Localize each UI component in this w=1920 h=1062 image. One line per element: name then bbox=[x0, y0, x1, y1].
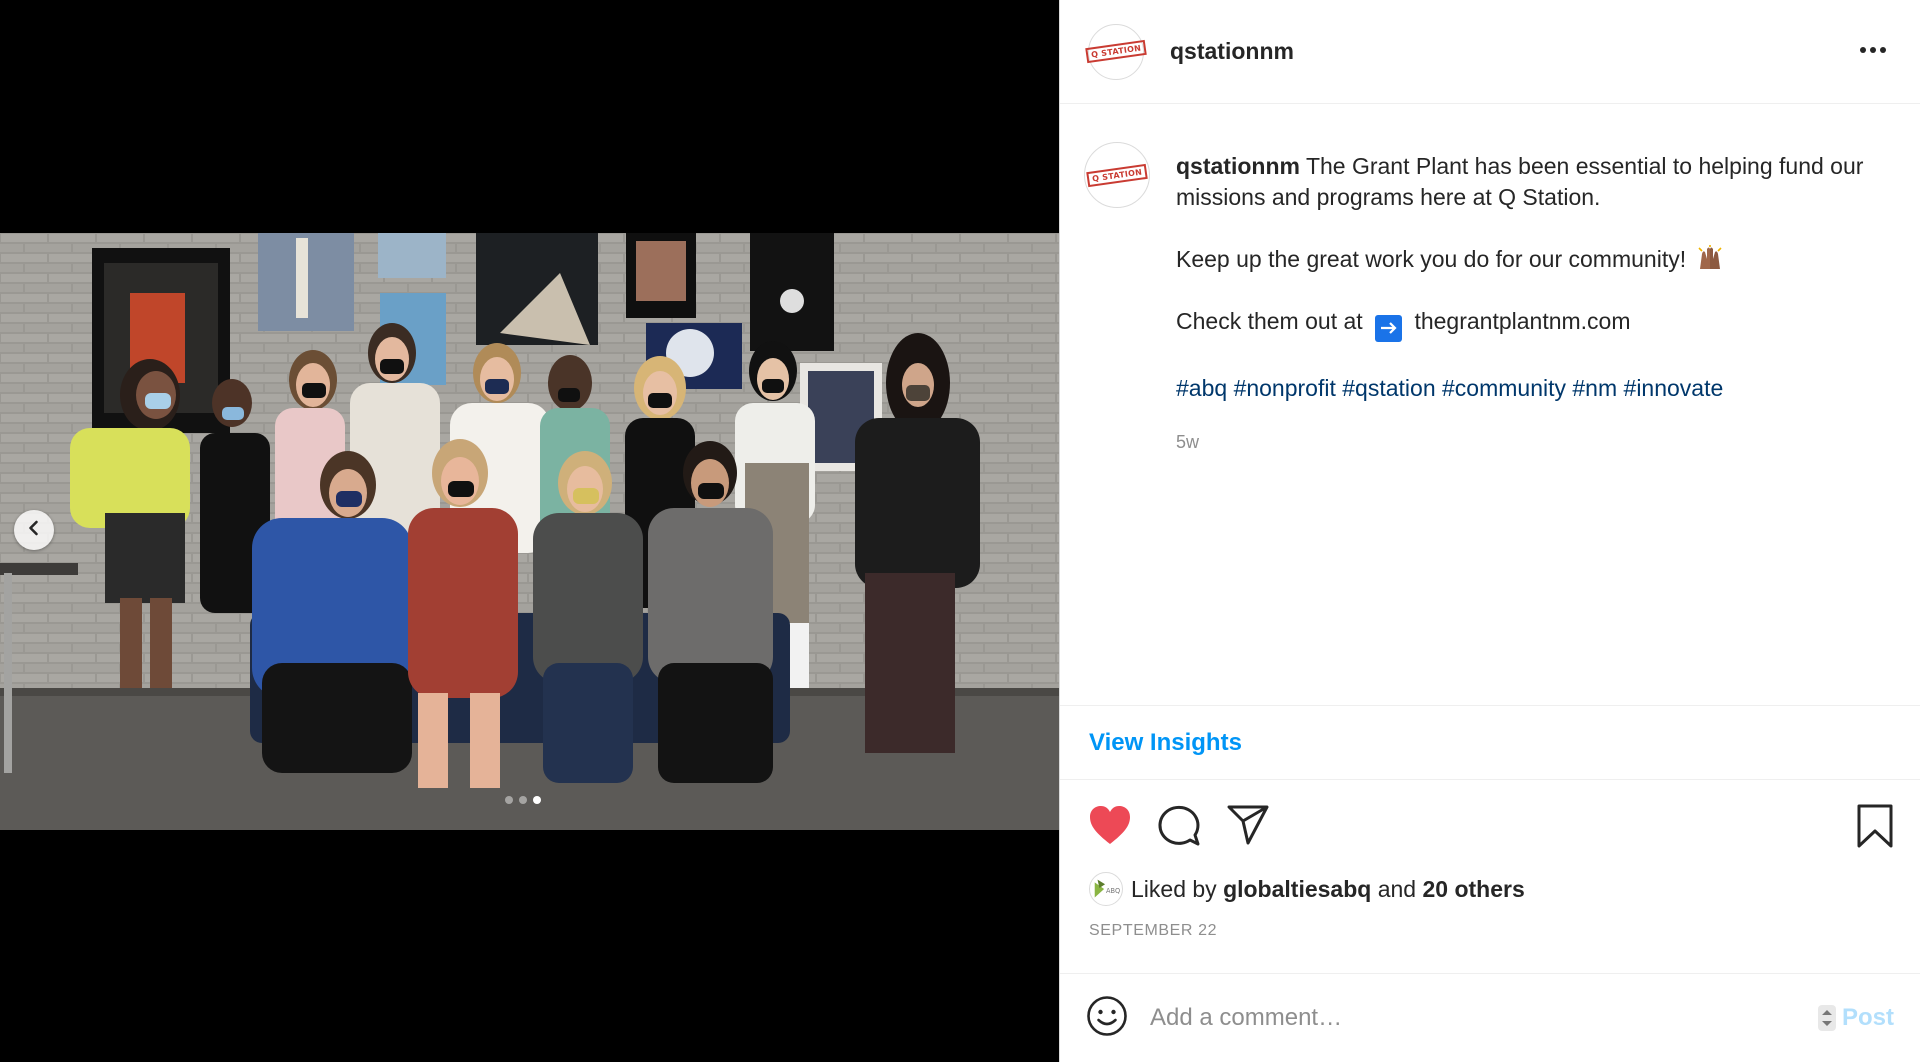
hashtag-link[interactable]: #nonprofit bbox=[1234, 375, 1336, 401]
post-date[interactable]: SEPTEMBER 22 bbox=[1089, 922, 1217, 940]
comment-input[interactable] bbox=[1150, 1004, 1790, 1032]
likes-prefix: Liked by bbox=[1131, 875, 1217, 902]
carousel-indicator bbox=[505, 796, 541, 804]
hashtag-link[interactable]: #community bbox=[1442, 375, 1566, 401]
action-bar bbox=[1060, 780, 1920, 872]
smiley-icon bbox=[1087, 995, 1127, 1036]
caption-text: Keep up the great work you do for our co… bbox=[1176, 246, 1687, 272]
comment-bar: Post bbox=[1060, 973, 1920, 1062]
more-options-button[interactable] bbox=[1856, 37, 1890, 63]
likes-summary: ABQ Liked by globaltiesabq and 20 others bbox=[1089, 872, 1525, 906]
hashtag-link[interactable]: #abq bbox=[1176, 375, 1227, 401]
raised-hands-icon bbox=[1697, 245, 1723, 271]
q-station-logo: Q STATION bbox=[1086, 163, 1148, 187]
post-header: Q STATION qstationnm bbox=[1060, 0, 1920, 104]
caption-link[interactable]: thegrantplantnm.com bbox=[1414, 308, 1630, 334]
carousel-dot bbox=[519, 796, 527, 804]
others-likes-link[interactable]: 20 others bbox=[1422, 876, 1524, 903]
post-label: Post bbox=[1841, 1004, 1894, 1031]
post-comment-button[interactable]: Post bbox=[1816, 1004, 1894, 1032]
carousel-dot bbox=[505, 796, 513, 804]
q-station-logo: Q STATION bbox=[1085, 39, 1147, 64]
caption-avatar[interactable]: Q STATION bbox=[1084, 142, 1150, 208]
heart-filled-icon bbox=[1090, 806, 1130, 844]
bookmark-icon bbox=[1857, 804, 1893, 848]
hashtag-link[interactable]: #qstation bbox=[1342, 375, 1435, 401]
caption-area: Q STATION qstationnm The Grant Plant has… bbox=[1060, 104, 1920, 705]
hashtag-link[interactable]: #nm bbox=[1572, 375, 1617, 401]
post-photo[interactable] bbox=[0, 233, 1059, 830]
hashtag-link[interactable]: #innovate bbox=[1624, 375, 1724, 401]
view-insights-link[interactable]: View Insights bbox=[1089, 729, 1242, 757]
comment-button[interactable] bbox=[1157, 804, 1201, 853]
arrow-right-icon bbox=[1375, 314, 1403, 342]
likes-conjunction: and bbox=[1377, 875, 1417, 902]
caption-username[interactable]: qstationnm bbox=[1176, 153, 1300, 179]
media-pane bbox=[0, 0, 1059, 1062]
liker-avatar[interactable]: ABQ bbox=[1089, 872, 1123, 906]
caption-timestamp[interactable]: 5w bbox=[1176, 427, 1896, 458]
group-photo-illustration bbox=[0, 233, 1059, 830]
carousel-dot-active bbox=[533, 796, 541, 804]
chevron-left-icon bbox=[25, 519, 43, 542]
more-horizontal-icon bbox=[1860, 47, 1866, 53]
post-sidebar: Q STATION qstationnm Q STATION qstationn… bbox=[1059, 0, 1920, 1062]
author-username[interactable]: qstationnm bbox=[1170, 38, 1294, 65]
previous-slide-button[interactable] bbox=[14, 510, 54, 550]
svg-text:ABQ: ABQ bbox=[1106, 887, 1120, 895]
post-caption: qstationnm The Grant Plant has been esse… bbox=[1176, 151, 1896, 705]
comment-icon bbox=[1158, 805, 1200, 846]
global-ties-logo: ABQ bbox=[1094, 879, 1120, 898]
share-icon bbox=[1227, 805, 1269, 845]
insights-bar: View Insights bbox=[1060, 705, 1920, 780]
save-button[interactable] bbox=[1856, 804, 1894, 853]
share-button[interactable] bbox=[1226, 804, 1270, 851]
author-avatar[interactable]: Q STATION bbox=[1085, 23, 1147, 80]
spinner-icon bbox=[1817, 1005, 1836, 1031]
caption-text: Check them out at bbox=[1176, 308, 1363, 334]
hashtag-list: #abq #nonprofit #qstation #community #nm… bbox=[1176, 373, 1896, 404]
emoji-picker-button[interactable] bbox=[1086, 995, 1128, 1042]
first-liker-link[interactable]: globaltiesabq bbox=[1223, 876, 1371, 903]
like-button[interactable] bbox=[1088, 804, 1132, 851]
